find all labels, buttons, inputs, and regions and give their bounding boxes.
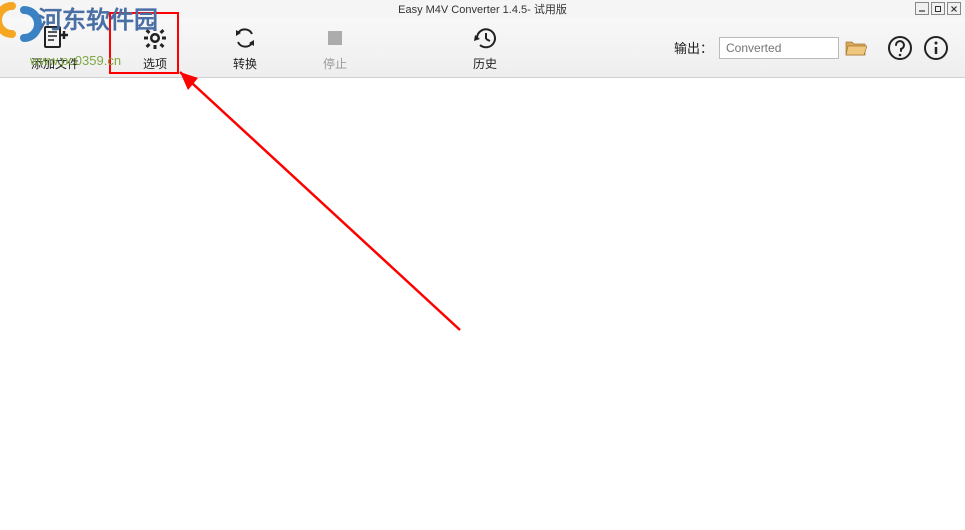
convert-label: 转换: [233, 55, 257, 72]
content-area: [0, 78, 965, 530]
output-group: 输出：: [674, 37, 867, 59]
file-plus-icon: [41, 23, 69, 53]
history-icon: [472, 23, 498, 53]
info-button[interactable]: [923, 35, 949, 61]
close-button[interactable]: [947, 2, 961, 15]
right-icons: [887, 35, 949, 61]
stop-button: 停止: [300, 20, 370, 76]
refresh-icon: [232, 23, 258, 53]
maximize-button[interactable]: [931, 2, 945, 15]
output-label: 输出：: [674, 38, 713, 57]
options-button[interactable]: 选项: [120, 20, 190, 76]
toolbar: 添加文件 选项: [0, 18, 965, 78]
add-file-label: 添加文件: [31, 55, 79, 72]
output-path-input[interactable]: [719, 37, 839, 59]
add-file-button[interactable]: 添加文件: [10, 20, 100, 76]
minimize-button[interactable]: [915, 2, 929, 15]
window-title: Easy M4V Converter 1.4.5- 试用版: [398, 1, 567, 17]
stop-icon: [324, 23, 346, 53]
stop-label: 停止: [323, 55, 347, 72]
gear-icon: [142, 23, 168, 53]
help-button[interactable]: [887, 35, 913, 61]
folder-icon[interactable]: [845, 39, 867, 57]
titlebar: Easy M4V Converter 1.4.5- 试用版: [0, 0, 965, 18]
convert-button[interactable]: 转换: [210, 20, 280, 76]
options-label: 选项: [143, 55, 167, 72]
history-button[interactable]: 历史: [450, 20, 520, 76]
window-controls: [915, 2, 961, 15]
history-label: 历史: [473, 55, 497, 72]
